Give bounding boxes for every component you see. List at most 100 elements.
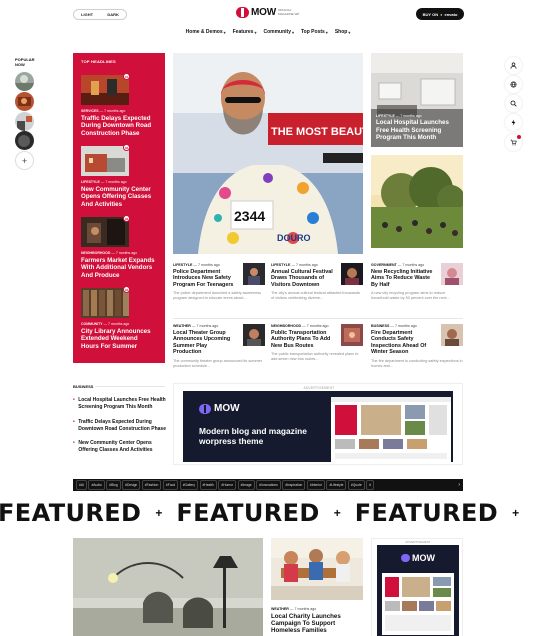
popular-thumb[interactable] (15, 131, 34, 150)
article-title[interactable]: Local Theater Group Announces Upcoming S… (173, 330, 237, 356)
nav-label: Top Posts (301, 29, 325, 35)
globe-icon[interactable] (505, 76, 522, 93)
tag-chip[interactable]: #Audio (88, 480, 105, 490)
business-list-item[interactable]: • Local Hospital Launches Free Health Sc… (73, 397, 168, 410)
headline-category[interactable]: LIFESTYLE (81, 180, 100, 184)
nav-item-home-demos[interactable]: Home & Demos ▾ (186, 29, 226, 35)
headline-category[interactable]: NEIGHBORHOOD (81, 251, 110, 255)
buy-on-envato-button[interactable]: BUY ON ● envato (416, 8, 464, 20)
side-feature-card[interactable]: LIFESTYLE — 7 months ago Local Hospital … (371, 53, 463, 147)
article-thumb[interactable] (441, 263, 463, 285)
tag-chip[interactable]: #Design (122, 480, 141, 490)
tag-chip[interactable]: #Fashion (141, 480, 162, 490)
article-category[interactable]: LIFESTYLE (173, 263, 192, 267)
business-item-title[interactable]: New Community Center Opens Offering Clas… (78, 440, 168, 453)
tag-chip[interactable]: #Innovations (256, 480, 281, 490)
article-thumb[interactable] (243, 263, 265, 285)
nav-item-community[interactable]: Community ▾ (263, 29, 294, 35)
business-item-title[interactable]: Local Hospital Launches Free Health Scre… (78, 397, 168, 410)
popular-thumb[interactable] (15, 112, 34, 131)
article-category[interactable]: GOVERNMENT (371, 263, 397, 267)
headline-thumb[interactable] (81, 146, 129, 176)
article-thumb[interactable] (441, 324, 463, 346)
headline-title[interactable]: City Library Announces Extended Weekend … (81, 328, 157, 350)
headline-item[interactable]: 04 COMMUNITY — 7 months ago City Library… (81, 286, 157, 350)
sidebar-advertisement[interactable]: ADVERTISEMENT MOW (371, 538, 463, 636)
headline-item[interactable]: 02 LIFESTYLE — 7 months ago New Communit… (81, 144, 157, 208)
article-category[interactable]: WEATHER (173, 324, 191, 328)
tag-chip[interactable]: #Inspiration (282, 480, 306, 490)
article-card[interactable]: GOVERNMENT — 7 months ago New Recycling … (371, 263, 463, 301)
tag-chip[interactable]: # (366, 480, 375, 490)
tag-chip[interactable]: #Blog (106, 480, 121, 490)
article-card[interactable]: BUSINESS — 7 months ago Fire Department … (371, 324, 463, 369)
tag-chip[interactable]: #Image (237, 480, 255, 490)
article-title[interactable]: New Recycling Initiative Aims To Reduce … (371, 269, 435, 288)
article-category[interactable]: NEIGHBORHOOD (271, 324, 301, 328)
headline-thumb[interactable] (81, 288, 129, 318)
side-photo-card[interactable] (371, 155, 463, 248)
article-category[interactable]: WEATHER (271, 607, 289, 611)
tag-chip[interactable]: #Gallery (179, 480, 198, 490)
business-item-title[interactable]: Traffic Delays Expected During Downtown … (78, 419, 168, 432)
business-list-item[interactable]: • New Community Center Opens Offering Cl… (73, 440, 168, 453)
article-thumb[interactable] (341, 324, 363, 346)
tag-chip[interactable]: #Food (162, 480, 179, 490)
tags-next-arrow-icon[interactable]: › (458, 482, 460, 488)
tag-chip[interactable]: #Lifestyle (326, 480, 347, 490)
theme-toggle[interactable]: LIGHT DARK (73, 9, 127, 20)
article-title[interactable]: Local Charity Launches Campaign To Suppo… (271, 613, 363, 635)
side-card-category[interactable]: LIFESTYLE (376, 114, 395, 118)
article-card[interactable]: WEATHER — 7 months ago Local Theater Gro… (173, 324, 265, 369)
tag-chip[interactable]: #Quote (347, 480, 365, 490)
cart-icon[interactable] (505, 134, 522, 151)
nav-item-shop[interactable]: Shop ▾ (335, 29, 351, 35)
tag-chip[interactable]: #Interior (306, 480, 325, 490)
headline-item[interactable]: 01 SERVICES — 7 months ago Traffic Delay… (81, 73, 157, 137)
nav-item-top-posts[interactable]: Top Posts ▾ (301, 29, 328, 35)
headline-title[interactable]: Farmers Market Expands With Additional V… (81, 257, 157, 279)
headline-title[interactable]: Traffic Delays Expected During Downtown … (81, 115, 157, 137)
article-title[interactable]: Police Department Introduces New Safety … (173, 269, 237, 288)
nav-label: Community (263, 29, 291, 35)
tag-chip[interactable]: #Humor (218, 480, 237, 490)
article-category[interactable]: LIFESTYLE (271, 263, 290, 267)
headline-category[interactable]: SERVICES (81, 109, 99, 113)
featured-mid-image[interactable] (271, 538, 363, 600)
headline-category[interactable]: COMMUNITY (81, 322, 103, 326)
advertisement-banner[interactable]: MOW Modern blog and magazine worpress th… (183, 391, 453, 462)
article-title[interactable]: Annual Cultural Festival Draws Thousands… (271, 269, 335, 288)
hero-image[interactable]: THE MOST BEAUTIFUL 2344 DOURO (173, 53, 363, 254)
featured-main-image[interactable] (73, 538, 263, 636)
popular-thumb[interactable] (15, 72, 34, 91)
add-popular-button[interactable]: + (15, 151, 34, 170)
logo-mark-icon (236, 7, 249, 18)
bottom-article[interactable]: WEATHER — 7 months ago Local Charity Lau… (271, 607, 363, 635)
popular-thumb[interactable] (15, 92, 34, 111)
marquee-separator-icon: + (333, 506, 341, 520)
article-card[interactable]: LIFESTYLE — 7 months ago Police Departme… (173, 263, 265, 301)
search-icon[interactable] (505, 95, 522, 112)
headline-thumb[interactable] (81, 217, 129, 247)
article-category[interactable]: BUSINESS (371, 324, 389, 328)
article-card[interactable]: LIFESTYLE — 7 months ago Annual Cultural… (271, 263, 363, 301)
article-title[interactable]: Fire Department Conducts Safety Inspecti… (371, 330, 435, 356)
headline-thumb[interactable] (81, 75, 129, 105)
headline-title[interactable]: New Community Center Opens Offering Clas… (81, 186, 157, 208)
user-icon[interactable] (505, 57, 522, 74)
article-thumb[interactable] (341, 263, 363, 285)
headline-item[interactable]: 03 NEIGHBORHOOD — 7 months ago Farmers M… (81, 215, 157, 279)
article-title[interactable]: Public Transportation Authority Plans To… (271, 330, 335, 349)
nav-item-features[interactable]: Features ▾ (233, 29, 257, 35)
site-logo[interactable]: MOW OFFICIAL MAGAZINE WP (236, 7, 300, 18)
tag-chip[interactable]: #AI (76, 480, 87, 490)
article-thumb[interactable] (243, 324, 265, 346)
light-mode-label[interactable]: LIGHT (81, 12, 93, 17)
side-card-title[interactable]: Local Hospital Launches Free Health Scre… (376, 119, 459, 141)
bolt-icon[interactable] (505, 114, 522, 131)
dark-mode-label[interactable]: DARK (107, 12, 119, 17)
sidebar-ad-banner[interactable]: MOW (377, 545, 459, 636)
article-card[interactable]: NEIGHBORHOOD — 7 months ago Public Trans… (271, 324, 363, 362)
tag-chip[interactable]: #Health (199, 480, 217, 490)
business-list-item[interactable]: • Traffic Delays Expected During Downtow… (73, 419, 168, 432)
